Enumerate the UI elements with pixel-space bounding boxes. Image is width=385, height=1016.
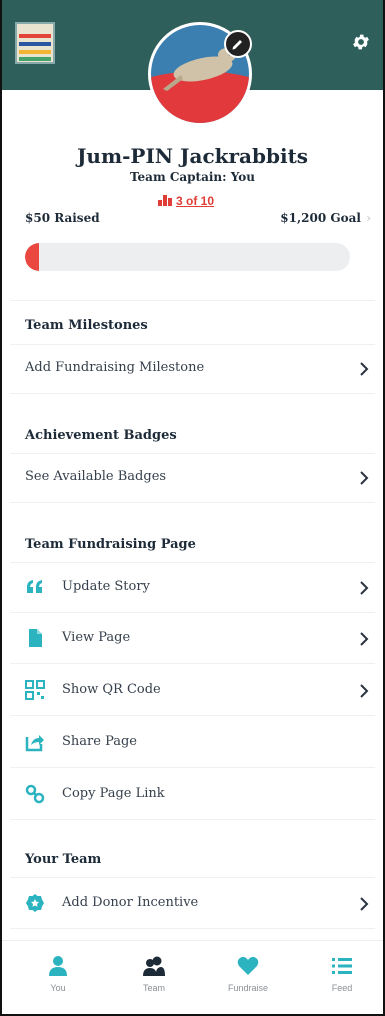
quote-icon — [27, 580, 42, 593]
chevron-right-icon — [360, 897, 369, 911]
share-page-row[interactable]: Share Page — [0, 719, 385, 767]
see-available-badges-label: See Available Badges — [25, 469, 167, 484]
raised-amount: $50 Raised — [25, 211, 100, 225]
divider — [10, 877, 375, 878]
show-qr-code-label: Show QR Code — [62, 682, 161, 697]
add-fundraising-milestone-label: Add Fundraising Milestone — [25, 360, 205, 375]
section-achievement-badges: Achievement Badges — [25, 428, 177, 443]
view-page-label: View Page — [62, 630, 131, 645]
document-icon — [29, 629, 42, 647]
chevron-right-icon — [360, 362, 369, 376]
divider — [10, 612, 375, 613]
tab-you[interactable]: You — [10, 941, 106, 1001]
bottom-tab-bar: You Team Fundraise Feed — [0, 940, 385, 1001]
progress-bar — [25, 243, 350, 271]
divider — [10, 767, 375, 768]
update-story-row[interactable]: Update Story — [0, 564, 385, 612]
settings-gear-icon[interactable] — [351, 32, 371, 52]
link-icon — [25, 784, 45, 804]
heart-icon — [237, 956, 259, 975]
tab-fundraise-label: Fundraise — [227, 983, 269, 993]
tab-team[interactable]: Team — [106, 941, 202, 1001]
divider — [10, 393, 375, 394]
add-donor-incentive-row[interactable]: Add Donor Incentive — [0, 880, 385, 928]
section-team-fundraising-page: Team Fundraising Page — [25, 537, 196, 552]
progress-fill — [25, 243, 39, 271]
copy-page-link-row[interactable]: Copy Page Link — [0, 771, 385, 819]
event-logo[interactable] — [15, 22, 55, 64]
view-page-row[interactable]: View Page — [0, 615, 385, 663]
incentive-badge-icon — [26, 894, 44, 912]
tab-feed-label: Feed — [331, 983, 353, 993]
goal-amount[interactable]: $1,200 Goal — [280, 211, 361, 225]
chevron-right-icon — [360, 471, 369, 485]
add-fundraising-milestone-row[interactable]: Add Fundraising Milestone — [0, 345, 385, 393]
person-icon — [49, 956, 67, 976]
pencil-icon — [232, 40, 242, 50]
team-name: Jum-PIN Jackrabbits — [76, 144, 309, 168]
section-your-team: Your Team — [25, 852, 102, 867]
team-icon — [143, 956, 165, 976]
chevron-right-icon — [360, 684, 369, 698]
show-qr-code-row[interactable]: Show QR Code — [0, 667, 385, 715]
tab-feed[interactable]: Feed — [294, 941, 385, 1001]
edit-avatar-button[interactable] — [224, 30, 252, 58]
tab-you-label: You — [50, 983, 66, 993]
leaderboard-icon — [158, 195, 172, 206]
qr-code-icon — [25, 680, 45, 700]
chevron-right-icon — [360, 581, 369, 595]
goal-chevron-icon[interactable]: › — [366, 211, 371, 225]
see-available-badges-row[interactable]: See Available Badges — [0, 454, 385, 502]
divider — [10, 928, 375, 929]
share-icon — [25, 735, 44, 752]
tab-team-label: Team — [142, 983, 165, 993]
copy-page-link-label: Copy Page Link — [62, 786, 165, 801]
divider — [10, 562, 375, 563]
team-captain: Team Captain: You — [129, 170, 255, 184]
divider — [10, 502, 375, 503]
tab-fundraise[interactable]: Fundraise — [200, 941, 296, 1001]
section-team-milestones: Team Milestones — [25, 318, 148, 333]
share-page-label: Share Page — [62, 734, 137, 749]
divider — [10, 819, 375, 820]
divider — [10, 663, 375, 664]
add-donor-incentive-label: Add Donor Incentive — [62, 895, 199, 910]
team-rank[interactable]: 3 of 10 — [158, 194, 214, 208]
divider — [10, 300, 375, 301]
divider — [10, 715, 375, 716]
rank-value[interactable]: 3 of 10 — [176, 194, 214, 208]
chevron-right-icon — [360, 632, 369, 646]
update-story-label: Update Story — [62, 579, 150, 594]
feed-list-icon — [332, 958, 352, 974]
